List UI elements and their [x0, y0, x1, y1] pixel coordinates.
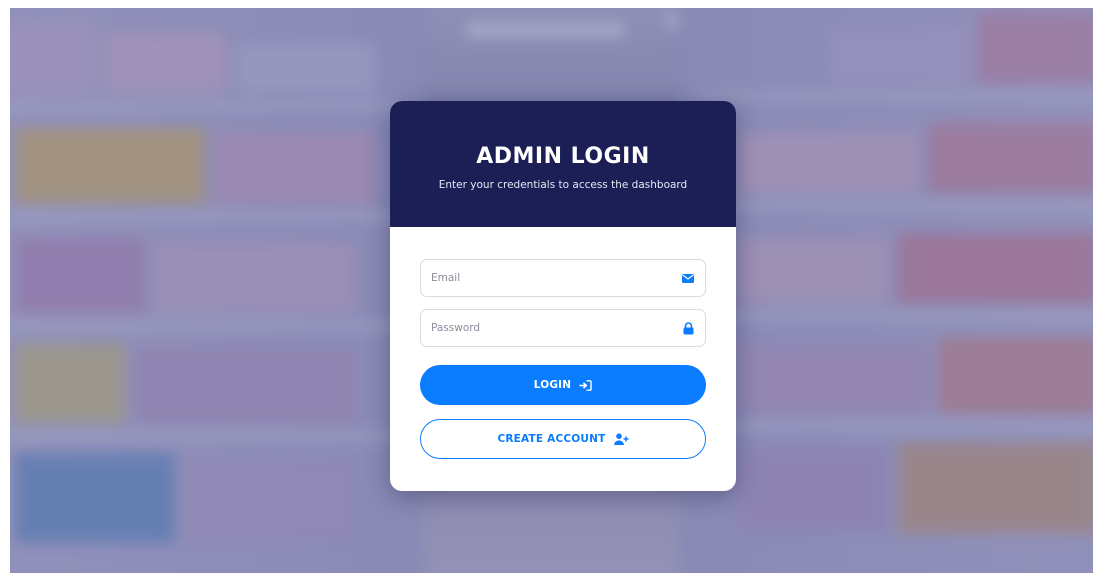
- page-title: ADMIN LOGIN: [476, 143, 650, 169]
- login-card-header: ADMIN LOGIN Enter your credentials to ac…: [390, 101, 736, 227]
- create-account-button-label: CREATE ACCOUNT: [497, 433, 606, 445]
- create-account-button[interactable]: CREATE ACCOUNT: [420, 419, 706, 459]
- login-page: ADMIN LOGIN Enter your credentials to ac…: [10, 8, 1093, 573]
- email-input[interactable]: [431, 272, 681, 284]
- email-field[interactable]: [420, 259, 706, 297]
- page-subtitle: Enter your credentials to access the das…: [438, 178, 688, 191]
- login-button-label: LOGIN: [533, 379, 572, 391]
- user-plus-icon: [613, 433, 629, 445]
- lock-icon: [681, 321, 695, 335]
- envelope-icon: [681, 271, 695, 285]
- login-button[interactable]: LOGIN: [420, 365, 706, 405]
- sign-in-icon: [579, 379, 592, 391]
- password-field[interactable]: [420, 309, 706, 347]
- login-card: ADMIN LOGIN Enter your credentials to ac…: [390, 101, 736, 491]
- password-input[interactable]: [431, 322, 681, 334]
- login-form: LOGIN CREATE ACCOUNT: [390, 227, 736, 459]
